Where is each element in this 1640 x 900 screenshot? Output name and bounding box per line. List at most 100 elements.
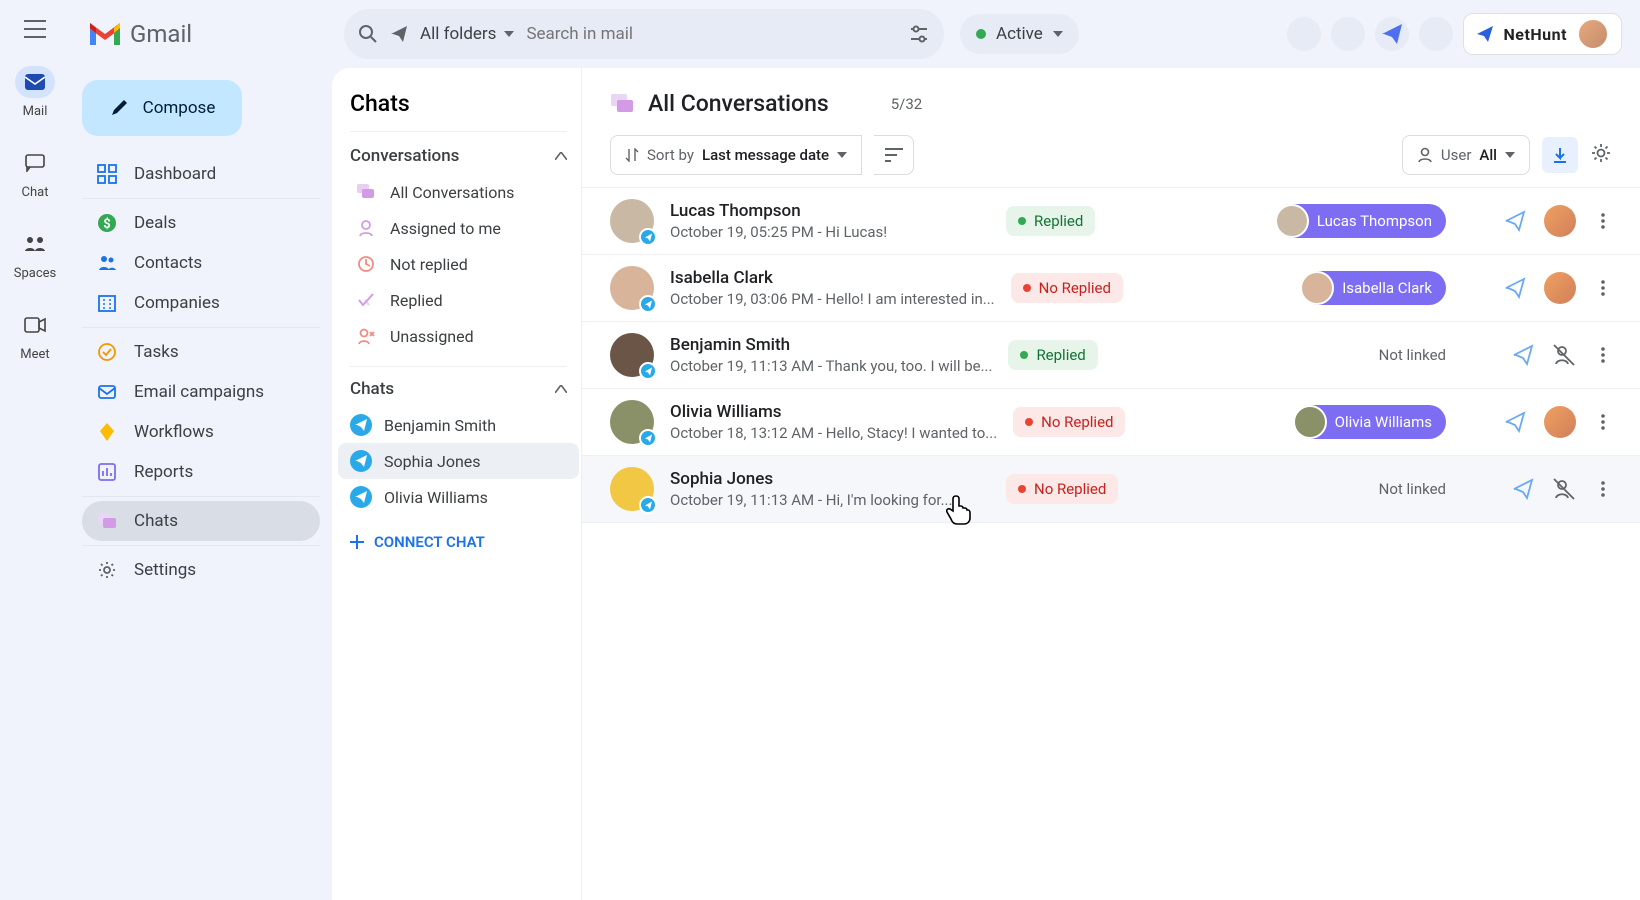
settings-button[interactable]	[1590, 142, 1612, 168]
nav-label: Workflows	[134, 422, 214, 442]
more-menu-icon[interactable]	[1594, 212, 1612, 230]
chat-item[interactable]: Olivia Williams	[338, 479, 579, 515]
more-menu-icon[interactable]	[1594, 279, 1612, 297]
contact-avatar	[610, 333, 654, 377]
download-button[interactable]	[1542, 137, 1578, 173]
chats-sidebar-title: Chats	[350, 90, 567, 117]
gear-icon	[1590, 142, 1612, 164]
telegram-icon	[350, 450, 372, 472]
deals-icon: $	[96, 212, 118, 234]
user-filter-dropdown[interactable]: User All	[1402, 135, 1530, 175]
chat-item[interactable]: Benjamin Smith	[338, 407, 579, 443]
hamburger-menu[interactable]	[24, 20, 46, 38]
conversation-row[interactable]: Sophia JonesOctober 19, 11:13 AM - Hi, I…	[582, 456, 1640, 523]
nav-contacts[interactable]: Contacts	[82, 243, 320, 283]
conversations-count: 5/32	[891, 95, 922, 113]
search-options-icon[interactable]	[908, 23, 930, 45]
conversation-row[interactable]: Benjamin SmithOctober 19, 11:13 AM - Tha…	[582, 322, 1640, 389]
nav-dashboard[interactable]: Dashboard	[82, 154, 320, 194]
filter-assigned[interactable]: Assigned to me	[350, 210, 567, 246]
nav-label: Settings	[134, 560, 196, 580]
campaigns-icon	[96, 381, 118, 403]
linked-avatar	[1275, 204, 1309, 238]
chat-item[interactable]: Sophia Jones	[338, 443, 579, 479]
telegram-icon	[1381, 23, 1403, 45]
message-preview: October 19, 11:13 AM - Thank you, too. I…	[670, 357, 992, 375]
sort-dropdown[interactable]: Sort by Last message date	[610, 135, 862, 175]
more-menu-icon[interactable]	[1594, 413, 1612, 431]
not-linked-label: Not linked	[1379, 480, 1446, 498]
contact-avatar	[610, 199, 654, 243]
chat-item-label: Olivia Williams	[384, 488, 488, 507]
filter-label: Unassigned	[390, 327, 474, 346]
nav-reports[interactable]: Reports	[82, 452, 320, 492]
nav-chats[interactable]: Chats	[82, 501, 320, 541]
conversations-section-label: Conversations	[350, 146, 459, 166]
rail-meet[interactable]: Meet	[15, 309, 55, 362]
status-label: Active	[996, 24, 1043, 44]
all-conversations-icon	[610, 93, 634, 115]
filter-replied[interactable]: Replied	[350, 282, 567, 318]
sort-value: Last message date	[702, 146, 829, 164]
chevron-down-icon	[1505, 152, 1515, 158]
all-icon	[356, 182, 376, 202]
telegram-send-icon[interactable]	[1504, 411, 1526, 433]
chats-section-header[interactable]: Chats	[350, 379, 567, 399]
nav-campaigns[interactable]: Email campaigns	[82, 372, 320, 412]
filter-unassigned[interactable]: Unassigned	[350, 318, 567, 354]
pencil-icon	[109, 98, 129, 118]
status-dot-icon	[1018, 217, 1026, 225]
linked-record-pill[interactable]: Lucas Thompson	[1276, 204, 1446, 238]
rail-chat[interactable]: Chat	[15, 147, 55, 200]
compose-label: Compose	[143, 98, 216, 118]
folder-scope-dropdown[interactable]: All folders	[420, 24, 514, 44]
status-dropdown[interactable]: Active	[960, 14, 1079, 54]
search-input[interactable]	[526, 24, 896, 44]
conversation-row[interactable]: Olivia WilliamsOctober 18, 13:12 AM - He…	[582, 389, 1640, 456]
telegram-send-icon[interactable]	[1504, 210, 1526, 232]
linked-record-pill[interactable]: Olivia Williams	[1294, 405, 1446, 439]
compose-button[interactable]: Compose	[82, 80, 242, 136]
conversation-row[interactable]: Isabella ClarkOctober 19, 03:06 PM - Hel…	[582, 255, 1640, 322]
filter-all[interactable]: All Conversations	[350, 174, 567, 210]
contact-avatar	[610, 266, 654, 310]
nav-deals[interactable]: $Deals	[82, 203, 320, 243]
search-bar[interactable]: All folders	[344, 9, 944, 59]
telegram-send-icon[interactable]	[1512, 344, 1534, 366]
nethunt-account[interactable]: NetHunt	[1463, 13, 1622, 55]
nav-workflows[interactable]: Workflows	[82, 412, 320, 452]
header-placeholder-3[interactable]	[1419, 17, 1453, 51]
telegram-send-icon[interactable]	[1512, 478, 1534, 500]
contact-name: Isabella Clark	[670, 268, 995, 288]
header-telegram-button[interactable]	[1375, 17, 1409, 51]
conversation-row[interactable]: Lucas ThompsonOctober 19, 05:25 PM - Hi …	[582, 188, 1640, 255]
nav-companies[interactable]: Companies	[82, 283, 320, 323]
contacts-icon	[96, 252, 118, 274]
rail-chat-label: Chat	[22, 185, 49, 200]
notreplied-icon	[356, 254, 376, 274]
nav-label: Contacts	[134, 253, 202, 273]
user-filter-value: All	[1479, 146, 1497, 164]
filter-notreplied[interactable]: Not replied	[350, 246, 567, 282]
gmail-brand[interactable]: Gmail	[88, 20, 328, 48]
more-menu-icon[interactable]	[1594, 346, 1612, 364]
nav-tasks[interactable]: Tasks	[82, 332, 320, 372]
rail-mail[interactable]: Mail	[15, 66, 55, 119]
chat-item-label: Benjamin Smith	[384, 416, 496, 435]
header-placeholder-1[interactable]	[1287, 17, 1321, 51]
chats-section-label: Chats	[350, 379, 394, 399]
connect-chat-button[interactable]: CONNECT CHAT	[350, 533, 567, 551]
linked-record-pill[interactable]: Isabella Clark	[1301, 271, 1446, 305]
rail-spaces[interactable]: Spaces	[14, 228, 57, 281]
chevron-up-icon	[555, 385, 567, 393]
conversations-section-header[interactable]: Conversations	[350, 146, 567, 166]
nav-settings[interactable]: Settings	[82, 550, 320, 590]
more-menu-icon[interactable]	[1594, 480, 1612, 498]
telegram-send-icon[interactable]	[1504, 277, 1526, 299]
status-dot-icon	[976, 29, 986, 39]
companies-icon	[96, 292, 118, 314]
header-placeholder-2[interactable]	[1331, 17, 1365, 51]
chats-icon	[96, 510, 118, 532]
assignee-avatar	[1544, 406, 1576, 438]
sort-direction-button[interactable]	[874, 135, 914, 175]
